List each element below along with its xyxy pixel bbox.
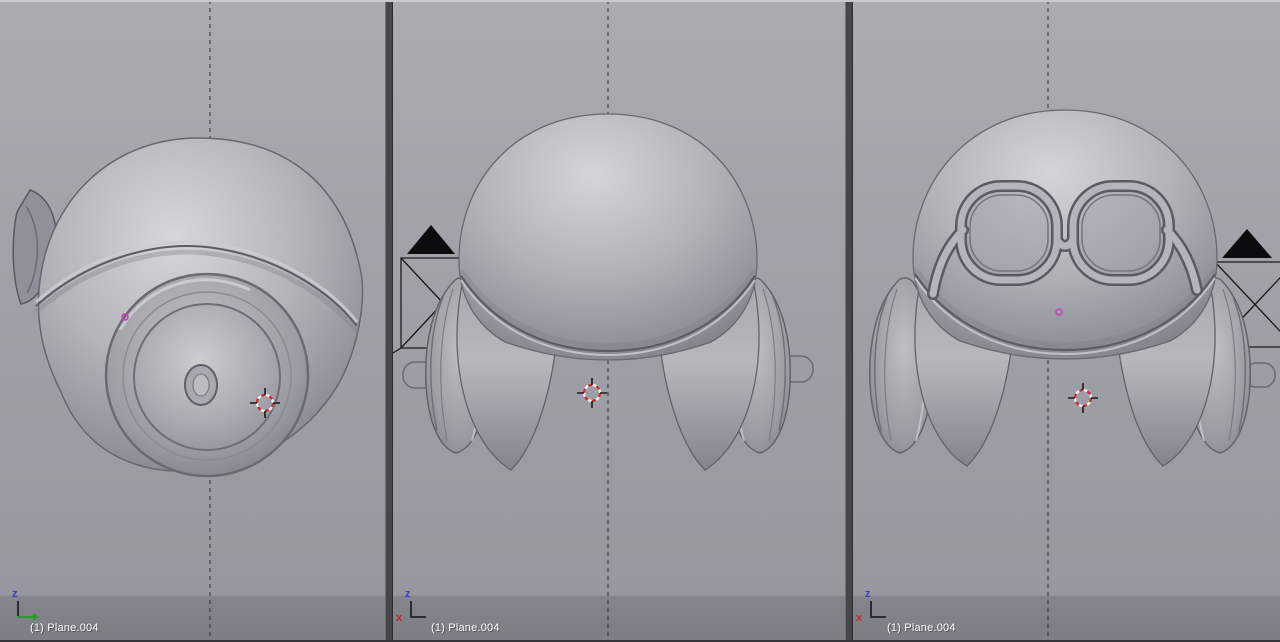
viewport-name-label: (1) Plane.004 [30, 622, 99, 634]
mini-axis-gizmo: z x [396, 589, 433, 632]
axis-z-line [410, 601, 412, 616]
blender-3d-view-window: z (1) Plane.004 z x (1) Plane.004 z x (1… [0, 0, 1280, 642]
axis-z-label: z [865, 588, 871, 600]
viewport-back-scene[interactable] [393, 0, 845, 642]
axis-x-label: x [856, 612, 863, 624]
viewport-side-scene[interactable] [0, 0, 385, 642]
camera-up-triangle [1222, 229, 1272, 258]
cursor-3d [1068, 383, 1098, 413]
cursor-3d [577, 378, 607, 408]
helmet-model-side[interactable] [34, 137, 364, 478]
window-top-edge [0, 0, 1280, 2]
viewport-front-view[interactable]: z x (1) Plane.004 [853, 0, 1280, 642]
axis-y-line [17, 613, 39, 621]
axis-x-label: x [396, 612, 403, 624]
viewport-name-label: (1) Plane.004 [887, 622, 956, 634]
axis-x-line [870, 616, 886, 618]
helmet-dome[interactable] [458, 113, 758, 361]
viewport-front-scene[interactable] [853, 0, 1280, 642]
axis-z-label: z [405, 588, 411, 600]
viewport-side-view[interactable]: z (1) Plane.004 [0, 0, 385, 642]
viewport-divider[interactable] [845, 0, 853, 642]
camera-up-triangle [407, 225, 455, 254]
viewport-divider[interactable] [385, 0, 393, 642]
axis-x-line [410, 616, 426, 618]
viewport-back-view[interactable]: z x (1) Plane.004 [393, 0, 845, 642]
axis-z-line [870, 601, 872, 616]
axis-z-line [17, 601, 19, 616]
viewport-name-label: (1) Plane.004 [431, 622, 500, 634]
axis-z-label: z [12, 588, 18, 600]
